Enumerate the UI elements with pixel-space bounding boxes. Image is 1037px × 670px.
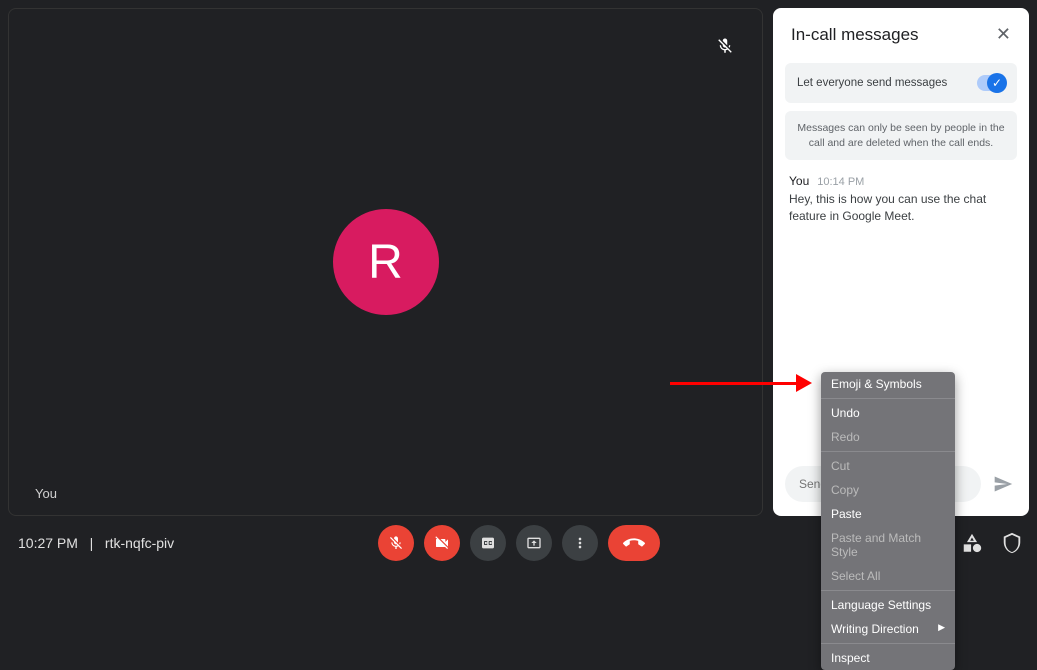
- chat-title: In-call messages: [791, 25, 919, 45]
- arrow-line: [670, 382, 800, 385]
- captions-button[interactable]: [470, 525, 506, 561]
- arrow-head-icon: [796, 374, 812, 392]
- camera-button[interactable]: [424, 525, 460, 561]
- context-menu-separator: [821, 398, 955, 399]
- chat-message-header: You 10:14 PM: [789, 174, 1013, 188]
- activities-icon[interactable]: [961, 532, 983, 554]
- context-menu-item[interactable]: Paste: [821, 502, 955, 526]
- context-menu-item[interactable]: Undo: [821, 401, 955, 425]
- separator: |: [82, 535, 101, 551]
- chat-time: 10:14 PM: [817, 176, 864, 188]
- avatar-letter: R: [368, 235, 403, 290]
- annotation-arrow: [670, 374, 800, 377]
- context-menu-item: Paste and Match Style: [821, 526, 955, 564]
- chevron-right-icon: ▶: [938, 622, 945, 633]
- context-menu-item: Select All: [821, 564, 955, 588]
- context-menu-item[interactable]: Writing Direction▶: [821, 617, 955, 641]
- context-menu: Emoji & Symbols UndoRedo CutCopyPastePaste…: [821, 372, 955, 670]
- right-action-icons: [961, 532, 1023, 554]
- context-menu-separator: [821, 451, 955, 452]
- context-menu-item: Copy: [821, 478, 955, 502]
- context-menu-item: Cut: [821, 454, 955, 478]
- send-icon[interactable]: [989, 470, 1017, 498]
- chat-send-toggle-row: Let everyone send messages ✓: [785, 63, 1017, 103]
- chat-message: You 10:14 PM Hey, this is how you can us…: [789, 174, 1013, 225]
- context-menu-item[interactable]: Inspect: [821, 646, 955, 670]
- check-icon: ✓: [987, 73, 1007, 93]
- meeting-info: 10:27 PM | rtk-nqfc-piv: [18, 535, 174, 551]
- context-menu-item[interactable]: Language Settings: [821, 593, 955, 617]
- mic-button[interactable]: [378, 525, 414, 561]
- participant-avatar: R: [333, 209, 439, 315]
- chat-header: In-call messages ✕: [773, 8, 1029, 59]
- chat-toggle-switch[interactable]: ✓: [977, 75, 1005, 91]
- context-menu-item: Redo: [821, 425, 955, 449]
- context-menu-item[interactable]: Emoji & Symbols: [821, 372, 955, 396]
- participant-self-label: You: [35, 486, 57, 501]
- meeting-code: rtk-nqfc-piv: [105, 535, 174, 551]
- chat-toggle-label: Let everyone send messages: [797, 77, 947, 89]
- context-menu-separator: [821, 643, 955, 644]
- chat-body: Hey, this is how you can use the chat fe…: [789, 191, 1013, 225]
- context-menu-separator: [821, 590, 955, 591]
- main-video-area: R You: [8, 8, 763, 516]
- chat-sender: You: [789, 174, 809, 188]
- call-controls: [378, 525, 660, 561]
- end-call-button[interactable]: [608, 525, 660, 561]
- mic-muted-icon: [716, 37, 734, 55]
- more-options-button[interactable]: [562, 525, 598, 561]
- chat-notice: Messages can only be seen by people in t…: [785, 111, 1017, 160]
- close-icon[interactable]: ✕: [996, 24, 1011, 45]
- host-controls-icon[interactable]: [1001, 532, 1023, 554]
- clock-time: 10:27 PM: [18, 535, 78, 551]
- present-button[interactable]: [516, 525, 552, 561]
